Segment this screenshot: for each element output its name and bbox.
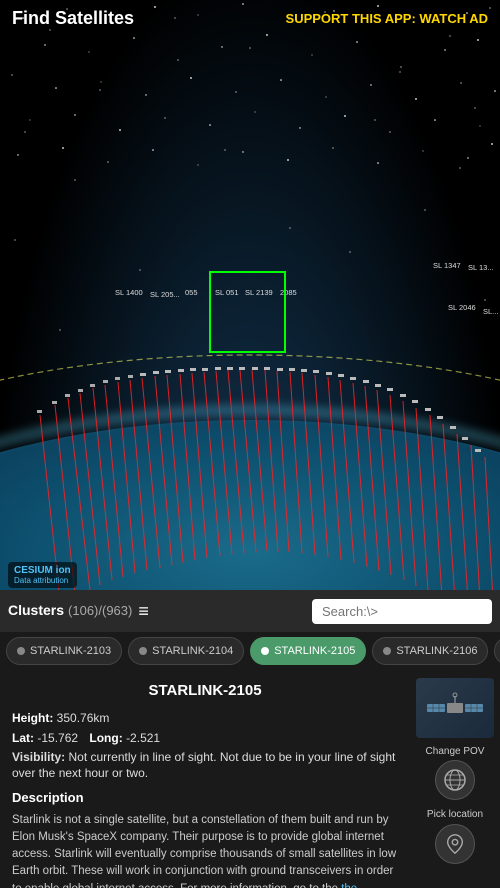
long-value: -2.521 — [126, 731, 160, 745]
pick-location-label: Pick location — [416, 808, 494, 821]
tab-label: STARLINK-2106 — [396, 645, 477, 657]
long-label: Long: — [89, 731, 122, 745]
cluster-bar: Clusters (106)/(963) ≡ — [0, 590, 500, 632]
cesium-sub: Data attribution — [14, 576, 68, 585]
support-ad-text[interactable]: SUPPORT THIS APP: WATCH AD — [286, 11, 488, 26]
cesium-logo: CESIUM ion — [14, 565, 71, 576]
satellite-name: STARLINK-2105 — [12, 680, 398, 703]
satellite-thumbnail — [416, 678, 494, 738]
detail-area: STARLINK-2105 Height: 350.76km Lat: -15.… — [0, 670, 500, 888]
lat-label: Lat: — [12, 731, 34, 745]
bottom-panel: Clusters (106)/(963) ≡ STARLINK-2103 STAR… — [0, 590, 500, 888]
globe-icon — [443, 768, 467, 792]
tab-label: STARLINK-2104 — [152, 645, 233, 657]
change-pov-button[interactable] — [435, 760, 475, 800]
tab-dot — [17, 647, 25, 655]
tab-starlink-2105[interactable]: STARLINK-2105 — [250, 637, 366, 665]
svg-text:SL 051: SL 051 — [215, 288, 239, 297]
description-text: Starlink is not a single satellite, but … — [12, 812, 398, 888]
tab-dot — [383, 647, 391, 655]
cluster-label: Clusters (106)/(963) — [8, 602, 132, 620]
pick-location-section: Pick location — [416, 808, 494, 864]
thumbnail-inner — [416, 678, 494, 738]
svg-text:SL...: SL... — [483, 307, 498, 316]
search-input[interactable] — [312, 599, 492, 624]
tab-starlink-2104[interactable]: STARLINK-2104 — [128, 637, 244, 665]
height-row: Height: 350.76km — [12, 709, 398, 727]
app-title: Find Satellites — [12, 8, 134, 29]
tab-label: STARLINK-2105 — [274, 645, 355, 657]
location-pin-icon — [444, 833, 466, 855]
svg-text:SL 13...: SL 13... — [468, 263, 494, 272]
right-panel: Change POV Pick location — [410, 670, 500, 888]
tab-starlink-2107[interactable]: STARLI... — [494, 637, 500, 665]
height-label: Height: — [12, 711, 53, 725]
description-heading: Description — [12, 788, 398, 808]
visibility-text: Not currently in line of sight. Not due … — [12, 750, 395, 781]
change-pov-label: Change POV — [416, 746, 494, 757]
svg-text:2085: 2085 — [280, 288, 297, 297]
svg-text:SL 2139: SL 2139 — [245, 288, 273, 297]
visibility-row: Visibility: Not currently in line of sig… — [12, 749, 398, 783]
tab-starlink-2103[interactable]: STARLINK-2103 — [6, 637, 122, 665]
tab-label: STARLINK-2103 — [30, 645, 111, 657]
svg-text:SL 1347: SL 1347 — [433, 261, 461, 270]
svg-text:055: 055 — [185, 288, 198, 297]
cluster-count: (106)/(963) — [68, 603, 132, 618]
change-pov-section: Change POV — [416, 746, 494, 800]
svg-text:SL 205...: SL 205... — [150, 290, 180, 299]
svg-text:SL 2046: SL 2046 — [448, 303, 476, 312]
info-panel: STARLINK-2105 Height: 350.76km Lat: -15.… — [0, 670, 410, 888]
satellite-tabs: STARLINK-2103 STARLINK-2104 STARLINK-210… — [0, 632, 500, 670]
tab-starlink-2106[interactable]: STARLINK-2106 — [372, 637, 488, 665]
tab-dot — [261, 647, 269, 655]
height-value: 350.76km — [57, 711, 110, 725]
cesium-badge: CESIUM ion Data attribution — [8, 562, 77, 588]
tab-dot — [139, 647, 147, 655]
satellite-image — [425, 688, 485, 728]
top-header: Find Satellites SUPPORT THIS APP: WATCH … — [0, 0, 500, 36]
visibility-label: Visibility: — [12, 750, 65, 764]
svg-text:SL 1400: SL 1400 — [115, 288, 143, 297]
desc-body: Starlink is not a single satellite, but … — [12, 814, 396, 888]
lat-value: -15.762 — [37, 731, 78, 745]
pick-location-button[interactable] — [435, 824, 475, 864]
cluster-menu-icon[interactable]: ≡ — [138, 601, 149, 622]
cluster-title: Clusters — [8, 602, 64, 618]
space-view: SL 1347 SL 13... SL 2046 SL... SL 1400 S… — [0, 0, 500, 600]
lat-long-row: Lat: -15.762 Long: -2.521 — [12, 729, 398, 747]
